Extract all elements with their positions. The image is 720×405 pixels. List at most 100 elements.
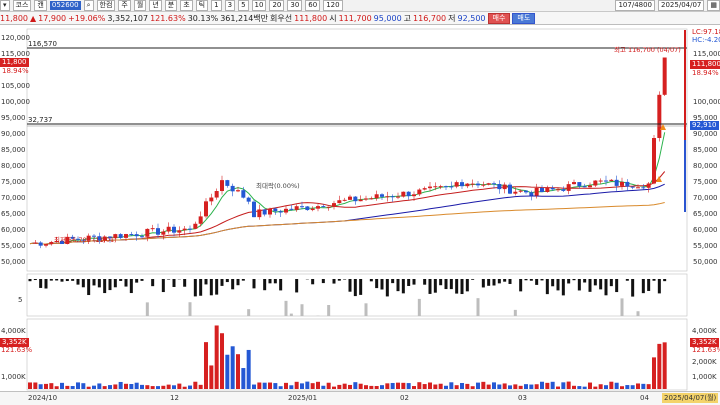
candle-body: [33, 242, 37, 243]
market-select[interactable]: 코스: [13, 0, 32, 11]
indicator-bar: [519, 279, 522, 291]
candle-body: [471, 184, 475, 185]
menu-dropdown[interactable]: ▾: [0, 0, 10, 11]
volume-bar: [33, 382, 37, 389]
candle-body: [209, 198, 213, 202]
minute-1[interactable]: 1: [211, 0, 221, 11]
minute-60[interactable]: 60: [305, 0, 320, 11]
right-current-price-tag: 111,800: [690, 60, 720, 69]
candle-body: [156, 228, 160, 235]
volume-bar: [236, 354, 240, 389]
volume-bar: [588, 383, 592, 389]
volume-bar: [407, 383, 411, 389]
volume-bar: [519, 386, 523, 389]
cycle-tick[interactable]: 틱: [196, 0, 208, 11]
stock-name[interactable]: 한컴: [97, 0, 116, 11]
search-icon[interactable]: ⌕: [84, 0, 94, 11]
candle-body: [337, 200, 341, 203]
indicator-bar: [535, 279, 538, 285]
volume-bar: [103, 386, 107, 389]
candle-body: [407, 192, 411, 196]
volume-bar: [92, 386, 96, 389]
date-label-oct: 2024/10: [28, 394, 57, 402]
indicator-bar: [151, 279, 154, 286]
candle-body: [572, 182, 576, 184]
volume-bar: [55, 386, 59, 389]
minute-10[interactable]: 10: [252, 0, 267, 11]
indicator-bar: [322, 279, 325, 283]
indicator-bar: [626, 279, 629, 281]
volume-bar: [663, 342, 667, 389]
indicator-bar: [503, 279, 506, 282]
turnover-rate: 30.13%: [188, 14, 219, 23]
volume-bar: [81, 383, 85, 389]
volume-bar: [321, 386, 325, 389]
buy-button[interactable]: 매수: [488, 13, 511, 24]
volume-bar: [135, 383, 139, 389]
stock-chart[interactable]: 116,570 32,737 최고 116,700 (04/07) 최저 56,…: [0, 25, 720, 404]
calendar-icon[interactable]: ▦: [707, 0, 720, 11]
candle-body: [172, 227, 176, 233]
indicator-bar: [647, 279, 650, 291]
volume-bar: [401, 383, 405, 389]
date-label-feb: 02: [400, 394, 409, 402]
cycle-second[interactable]: 초: [180, 0, 192, 11]
indicator-bar: [439, 279, 442, 285]
candle-body: [609, 180, 613, 181]
minute-5[interactable]: 5: [238, 0, 248, 11]
minute-120[interactable]: 120: [323, 0, 342, 11]
volume-bar: [652, 357, 656, 389]
volume-bar: [316, 382, 320, 389]
candle-body: [524, 191, 528, 193]
candle-body: [161, 232, 165, 235]
volume-bar: [295, 382, 299, 389]
candle-body: [593, 181, 597, 186]
indicator-axis-tick: 5: [18, 296, 22, 304]
indicator-bar: [498, 279, 501, 283]
volume-bar: [188, 386, 192, 389]
minute-30[interactable]: 30: [287, 0, 302, 11]
indicator-bar: [45, 279, 48, 289]
indicator-bar: [487, 279, 490, 286]
volume-bar: [385, 383, 389, 389]
volume-bar: [156, 386, 160, 389]
stock-code-input[interactable]: 052600: [50, 1, 81, 10]
price-change-pct: +19.06%: [68, 14, 105, 23]
candle-body: [129, 234, 133, 235]
indicator-bar: [562, 279, 565, 295]
indicator-bar: [407, 279, 410, 286]
minute-3[interactable]: 3: [225, 0, 235, 11]
candle-body: [391, 196, 395, 197]
candle-body: [444, 186, 448, 187]
indicator-bar: [455, 279, 458, 294]
cycle-month[interactable]: 월: [134, 0, 146, 11]
indicator-bar: [301, 304, 304, 316]
candle-body: [279, 211, 283, 212]
low-label: 저: [448, 13, 455, 24]
volume-bar: [273, 383, 277, 389]
cycle-year[interactable]: 년: [149, 0, 161, 11]
indicator-bar: [29, 279, 32, 281]
cycle-minute[interactable]: 분: [165, 0, 177, 11]
candle-body: [529, 192, 533, 195]
date-input[interactable]: 2025/04/07: [658, 0, 704, 11]
high-price: 116,700: [413, 14, 446, 23]
candle-body: [177, 230, 181, 232]
indicator-bar: [274, 279, 277, 283]
volume-bar: [604, 385, 608, 389]
candle-body: [519, 191, 523, 192]
indicator-bar: [221, 279, 224, 286]
indicator-bar: [77, 279, 80, 285]
date-label-jan: 2025/01: [288, 394, 317, 402]
current-price: 11,800: [0, 14, 28, 23]
cycle-week[interactable]: 주: [118, 0, 130, 11]
sell-button[interactable]: 매도: [512, 13, 535, 24]
view-select[interactable]: 캔: [34, 0, 46, 11]
low-value: 95,000: [374, 14, 402, 23]
minute-20[interactable]: 20: [269, 0, 284, 11]
indicator-bar: [39, 279, 42, 288]
volume-bar: [391, 383, 395, 389]
data-count[interactable]: 107/4800: [615, 0, 655, 11]
volume-bars: [28, 325, 667, 389]
indicator-bar: [482, 279, 485, 287]
